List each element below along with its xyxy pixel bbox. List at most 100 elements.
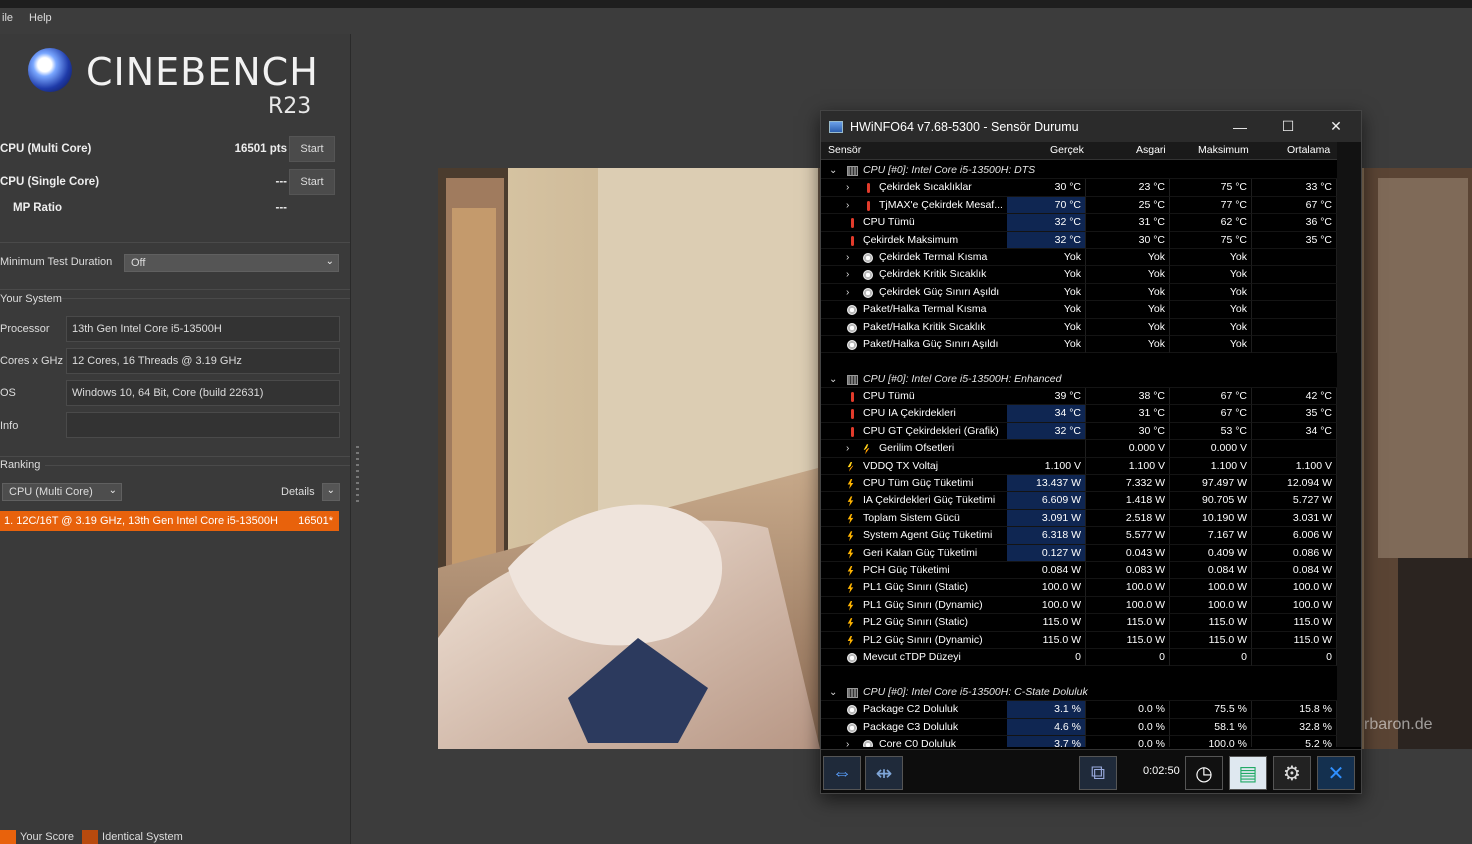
status-circle-icon — [863, 252, 873, 263]
value-avg: 36 °C — [1252, 214, 1337, 232]
chevron-right-icon[interactable]: › — [846, 249, 849, 266]
chevron-right-icon[interactable]: › — [846, 284, 849, 301]
ranking-entry[interactable]: 1. 12C/16T @ 3.19 GHz, 13th Gen Intel Co… — [0, 511, 339, 531]
sensor-name-cell: › Çekirdek Kritik Sıcaklık — [821, 266, 1007, 284]
sensor-row[interactable]: System Agent Güç Tüketimi 6.318 W 5.577 W7… — [821, 527, 1337, 545]
sensor-row[interactable]: Mevcut cTDP Düzeyi 0 0 0 0 — [821, 648, 1337, 667]
sensor-row[interactable]: › Çekirdek Termal Kısma Yok Yok Yok — [821, 248, 1337, 267]
settings-gear-icon[interactable]: ⚙ — [1273, 756, 1311, 790]
sensor-row[interactable]: CPU GT Çekirdekleri (Grafik) 32 °C 30 °C 53… — [821, 422, 1337, 441]
sensor-name-cell: › Gerilim Ofsetleri — [821, 440, 1007, 458]
menu-file[interactable]: ile — [0, 12, 15, 24]
sensor-row[interactable]: PL2 Güç Sınırı (Dynamic) 115.0 W 115.0 W 11… — [821, 631, 1337, 649]
single-core-start-button[interactable]: Start — [289, 169, 335, 195]
chevron-right-icon[interactable]: › — [846, 440, 849, 457]
ranking-select[interactable]: CPU (Multi Core) ⌄ — [2, 483, 122, 501]
thermometer-icon — [851, 426, 854, 437]
value-min: Yok — [1086, 248, 1170, 267]
value-avg: 115.0 W — [1252, 614, 1337, 632]
sensor-row[interactable]: PCH Güç Tüketimi 0.084 W 0.083 W 0.084 W 0.0… — [821, 561, 1337, 580]
sensor-name: Çekirdek Maksimum — [863, 233, 959, 246]
sensor-row[interactable]: IA Çekirdekleri Güç Tüketimi 6.609 W 1.418… — [821, 492, 1337, 510]
sensor-group-row[interactable]: ⌄ CPU [#0]: Intel Core i5-13500H: DTS — [821, 162, 1337, 180]
sensor-row[interactable]: › TjMAX'e Çekirdek Mesaf... 70 °C 25 °C 77 °… — [821, 196, 1337, 215]
power-bolt-icon — [847, 548, 854, 559]
sensor-scrollbar[interactable] — [1337, 142, 1361, 747]
status-circle-icon — [863, 270, 873, 281]
chevron-right-icon[interactable]: › — [846, 736, 849, 747]
sensor-row[interactable]: Paket/Halka Kritik Sıcaklık Yok Yok Yok — [821, 318, 1337, 336]
col-sensor[interactable]: Sensör — [828, 144, 861, 156]
network-icon[interactable]: ⧉ — [1079, 756, 1117, 790]
sensor-row[interactable]: CPU Tüm Güç Tüketimi 13.437 W 7.332 W 97.49… — [821, 475, 1337, 493]
menu-help[interactable]: Help — [27, 12, 54, 24]
value-max: 75.5 % — [1170, 701, 1252, 719]
sensor-blank-row — [821, 353, 1337, 370]
close-x-icon[interactable]: ✕ — [1317, 756, 1355, 790]
sensor-name: Çekirdek Kritik Sıcaklık — [879, 268, 987, 281]
thermometer-icon — [851, 218, 854, 229]
chevron-right-icon[interactable]: › — [846, 197, 849, 214]
info-field[interactable] — [66, 412, 340, 438]
close-icon[interactable]: ✕ — [1313, 111, 1359, 142]
sensor-row[interactable]: PL1 Güç Sınırı (Dynamic) 100.0 W 100.0 W 10… — [821, 596, 1337, 615]
power-bolt-icon — [847, 583, 854, 594]
panel-resize-handle[interactable] — [356, 446, 359, 506]
sensor-row[interactable]: › Çekirdek Güç Sınırı Aşıldı Yok Yok Yok — [821, 283, 1337, 302]
sensor-row[interactable]: › Çekirdek Sıcaklıklar 30 °C 23 °C 75 °C 33 °… — [821, 179, 1337, 197]
chevron-down-icon[interactable]: ⌄ — [829, 684, 837, 701]
col-max[interactable]: Maksimum — [1198, 144, 1249, 156]
sensor-row[interactable]: › Gerilim Ofsetleri 0.000 V 0.000 V — [821, 440, 1337, 458]
multi-core-start-button[interactable]: Start — [289, 136, 335, 162]
details-dropdown[interactable]: ⌄ — [322, 483, 340, 501]
sensor-group-row[interactable]: ⌄ CPU [#0]: Intel Core i5-13500H: Enhance… — [821, 371, 1337, 389]
status-circle-icon — [847, 339, 857, 350]
value-avg: 115.0 W — [1252, 631, 1337, 649]
value-max: 0.084 W — [1170, 561, 1252, 580]
cinebench-panel: CINEBENCH R23 CPU (Multi Core) 16501 pts… — [0, 34, 351, 844]
sensor-row[interactable]: › Core C0 Doluluk 3.7 % 0.0 % 100.0 % 5.2 % — [821, 735, 1337, 747]
col-min[interactable]: Asgari — [1136, 144, 1166, 156]
hwinfo-titlebar[interactable]: HWiNFO64 v7.68-5300 - Sensör Durumu — ☐ … — [821, 111, 1361, 142]
value-min: 30 °C — [1086, 231, 1170, 249]
sensor-row[interactable]: VDDQ TX Voltaj 1.100 V 1.100 V 1.100 V 1.100… — [821, 457, 1337, 476]
chevron-right-icon[interactable]: › — [846, 179, 849, 196]
sensor-group-name: CPU [#0]: Intel Core i5-13500H: Enhanced — [863, 372, 1062, 385]
col-avg[interactable]: Ortalama — [1287, 144, 1330, 156]
minimize-icon[interactable]: — — [1217, 111, 1263, 142]
sensor-row[interactable]: PL2 Güç Sınırı (Static) 115.0 W 115.0 W 115… — [821, 614, 1337, 632]
sensor-row[interactable]: Toplam Sistem Gücü 3.091 W 2.518 W 10.190 W… — [821, 509, 1337, 528]
col-current[interactable]: Gerçek — [1050, 144, 1084, 156]
sensor-name-cell: ⌄ CPU [#0]: Intel Core i5-13500H: C-State… — [821, 684, 1337, 702]
sensor-row[interactable]: PL1 Güç Sınırı (Static) 100.0 W 100.0 W 100… — [821, 579, 1337, 597]
sensor-row[interactable]: Paket/Halka Güç Sınırı Aşıldı Yok Yok Yok — [821, 335, 1337, 354]
min-duration-select[interactable]: Off ⌄ — [124, 254, 339, 272]
sensor-row[interactable]: Çekirdek Maksimum 32 °C 30 °C 75 °C 35 °C — [821, 231, 1337, 249]
chevron-down-icon[interactable]: ⌄ — [829, 371, 837, 388]
value-current: Yok — [1007, 335, 1086, 354]
sensor-row[interactable]: Geri Kalan Güç Tüketimi 0.127 W 0.043 W 0.4… — [821, 544, 1337, 562]
chevron-down-icon[interactable]: ⌄ — [829, 162, 837, 179]
collapse-arrows-icon[interactable]: ⇹ — [865, 756, 903, 790]
details-label[interactable]: Details — [281, 486, 315, 498]
chevron-right-icon[interactable]: › — [846, 266, 849, 283]
value-min: 38 °C — [1086, 388, 1170, 406]
value-min: Yok — [1086, 318, 1170, 336]
sensor-row[interactable]: CPU Tümü 32 °C 31 °C 62 °C 36 °C — [821, 214, 1337, 232]
maximize-icon[interactable]: ☐ — [1265, 111, 1311, 142]
value-min: 0 — [1086, 648, 1170, 667]
sensor-row[interactable]: CPU Tümü 39 °C 38 °C 67 °C 42 °C — [821, 388, 1337, 406]
value-avg: 12.094 W — [1252, 475, 1337, 493]
sensor-row[interactable]: Package C2 Doluluk 3.1 % 0.0 % 75.5 % 15.8 % — [821, 701, 1337, 719]
value-min: 0.0 % — [1086, 735, 1170, 747]
sensor-name-cell: CPU IA Çekirdekleri — [821, 405, 1007, 423]
sensor-row[interactable]: CPU IA Çekirdekleri 34 °C 31 °C 67 °C 35 °C — [821, 405, 1337, 423]
clock-icon[interactable]: ◷ — [1185, 756, 1223, 790]
log-icon[interactable]: ▤ — [1229, 756, 1267, 790]
sensor-row[interactable]: Package C3 Doluluk 4.6 % 0.0 % 58.1 % 32.8 % — [821, 718, 1337, 736]
value-current: 100.0 W — [1007, 579, 1086, 597]
sensor-group-row[interactable]: ⌄ CPU [#0]: Intel Core i5-13500H: C-State… — [821, 684, 1337, 702]
sensor-row[interactable]: › Çekirdek Kritik Sıcaklık Yok Yok Yok — [821, 266, 1337, 284]
expand-arrows-icon[interactable]: ⇔ — [823, 756, 861, 790]
sensor-row[interactable]: Paket/Halka Termal Kısma Yok Yok Yok — [821, 301, 1337, 319]
